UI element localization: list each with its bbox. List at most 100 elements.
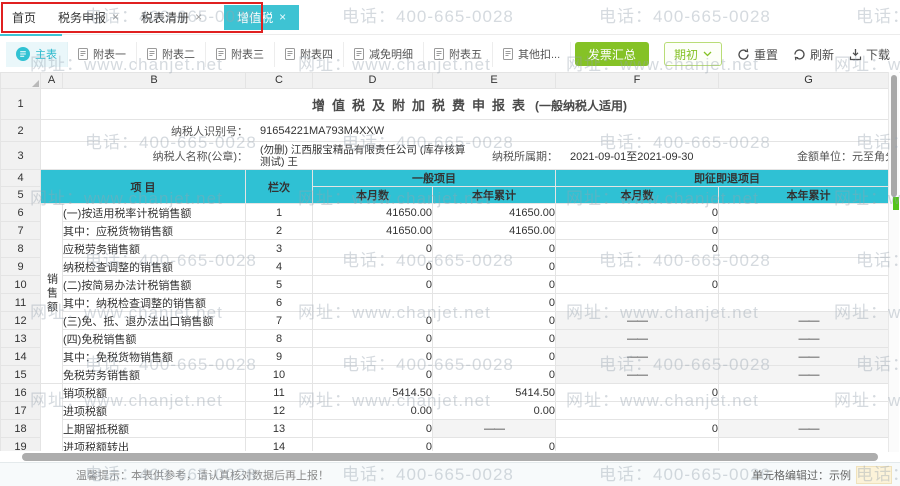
taxpayer-name-row[interactable]: 纳税人名称(公章)：(勿删) 江西服宝精品有限责任公司 (库存核算测试) 王纳税… — [41, 142, 891, 170]
row-label-cell[interactable]: (一)按适用税率计税销售额 — [63, 204, 246, 222]
close-icon[interactable]: × — [195, 11, 202, 23]
column-header-E[interactable]: E — [433, 73, 556, 89]
subtab-附表一[interactable]: 附表一 — [68, 42, 137, 67]
value-cell[interactable]: 0 — [433, 276, 556, 294]
column-no-cell[interactable]: 9 — [246, 348, 313, 366]
value-cell[interactable]: 0 — [433, 330, 556, 348]
value-cell[interactable]: 0 — [313, 366, 433, 384]
row-header-2[interactable]: 2 — [1, 120, 41, 142]
row-header-12[interactable]: 12 — [1, 312, 41, 330]
value-cell[interactable]: 0 — [719, 276, 891, 294]
column-no-cell[interactable]: 11 — [246, 384, 313, 402]
value-cell[interactable]: 0 — [313, 438, 433, 452]
row-label-cell[interactable]: (四)免税销售额 — [63, 330, 246, 348]
value-cell[interactable]: 0 — [313, 330, 433, 348]
value-cell[interactable] — [556, 294, 719, 312]
value-cell[interactable]: 0 — [433, 348, 556, 366]
value-cell[interactable]: 0 — [556, 240, 719, 258]
row-header-15[interactable]: 15 — [1, 366, 41, 384]
value-cell[interactable] — [313, 294, 433, 312]
subtab-附表四[interactable]: 附表四 — [275, 42, 344, 67]
value-cell[interactable]: 0 — [433, 294, 556, 312]
value-cell[interactable]: 0 — [313, 420, 433, 438]
subtab-附表三[interactable]: 附表三 — [206, 42, 275, 67]
value-cell[interactable]: 0 — [719, 258, 891, 276]
column-header-D[interactable]: D — [313, 73, 433, 89]
value-cell[interactable]: 0 — [313, 258, 433, 276]
value-cell[interactable]: —— — [719, 330, 891, 348]
value-cell[interactable]: 0 — [313, 240, 433, 258]
subtab-附表二[interactable]: 附表二 — [137, 42, 206, 67]
value-cell[interactable]: 41650.00 — [313, 222, 433, 240]
value-cell[interactable]: —— — [719, 366, 891, 384]
value-cell[interactable]: —— — [556, 312, 719, 330]
row-header-11[interactable]: 11 — [1, 294, 41, 312]
close-icon[interactable]: × — [279, 11, 286, 23]
window-tab-税表清册[interactable]: 税表清册× — [141, 9, 202, 26]
value-cell[interactable]: —— — [433, 420, 556, 438]
subtab-主表[interactable]: 主表 — [6, 42, 68, 67]
column-no-cell[interactable]: 2 — [246, 222, 313, 240]
invoice-summary-button[interactable]: 发票汇总 — [575, 42, 649, 66]
value-cell[interactable]: 0 — [719, 240, 891, 258]
value-cell[interactable]: —— — [556, 330, 719, 348]
row-header-1[interactable]: 1 — [1, 89, 41, 120]
row-label-cell[interactable]: 纳税检查调整的销售额 — [63, 258, 246, 276]
row-header-16[interactable]: 16 — [1, 384, 41, 402]
reset-button[interactable]: 重置 — [737, 46, 778, 63]
value-cell[interactable]: 41650.00 — [433, 204, 556, 222]
value-cell[interactable]: —— — [719, 420, 891, 438]
column-no-cell[interactable]: 1 — [246, 204, 313, 222]
value-cell[interactable]: 0.00 — [313, 402, 433, 420]
row-header-4[interactable]: 4 — [1, 170, 41, 187]
value-cell[interactable]: 0 — [719, 204, 891, 222]
value-cell[interactable] — [556, 402, 719, 420]
value-cell[interactable]: 0 — [313, 312, 433, 330]
column-header-F[interactable]: F — [556, 73, 719, 89]
value-cell[interactable]: 0 — [719, 438, 891, 452]
value-cell[interactable]: 0 — [556, 276, 719, 294]
period-dropdown[interactable]: 期初 — [664, 42, 722, 66]
value-cell[interactable]: 0 — [556, 420, 719, 438]
row-header-14[interactable]: 14 — [1, 348, 41, 366]
row-label-cell[interactable]: 其中：应税货物销售额 — [63, 222, 246, 240]
column-header-A[interactable]: A — [41, 73, 63, 89]
value-cell[interactable]: 0 — [719, 294, 891, 312]
value-cell[interactable] — [556, 438, 719, 452]
column-no-cell[interactable]: 10 — [246, 366, 313, 384]
value-cell[interactable]: 5414.50 — [313, 384, 433, 402]
value-cell[interactable] — [556, 258, 719, 276]
row-header-8[interactable]: 8 — [1, 240, 41, 258]
value-cell[interactable]: 0 — [433, 240, 556, 258]
horizontal-scrollbar-thumb[interactable] — [22, 453, 878, 461]
column-header-C[interactable]: C — [246, 73, 313, 89]
value-cell[interactable]: 0.00 — [433, 402, 556, 420]
row-label-cell[interactable]: 上期留抵税额 — [63, 420, 246, 438]
value-cell[interactable]: 0 — [433, 258, 556, 276]
value-cell[interactable]: 41650.00 — [433, 222, 556, 240]
subtab-减免明细[interactable]: 减免明细 — [344, 42, 424, 67]
row-header-5[interactable]: 5 — [1, 187, 41, 204]
row-header-3[interactable]: 3 — [1, 142, 41, 170]
row-header-18[interactable]: 18 — [1, 420, 41, 438]
row-header-10[interactable]: 10 — [1, 276, 41, 294]
row-label-cell[interactable]: 进项税额 — [63, 402, 246, 420]
refresh-button[interactable]: 刷新 — [793, 46, 834, 63]
column-no-cell[interactable]: 14 — [246, 438, 313, 452]
horizontal-scrollbar[interactable] — [0, 452, 890, 462]
column-no-cell[interactable]: 6 — [246, 294, 313, 312]
value-cell[interactable]: 0 — [433, 366, 556, 384]
value-cell[interactable]: —— — [556, 348, 719, 366]
value-cell[interactable]: 0 — [433, 438, 556, 452]
row-label-cell[interactable]: 其中：纳税检查调整的销售额 — [63, 294, 246, 312]
column-no-cell[interactable]: 12 — [246, 402, 313, 420]
row-label-cell[interactable]: (二)按简易办法计税销售额 — [63, 276, 246, 294]
column-no-cell[interactable]: 3 — [246, 240, 313, 258]
value-cell[interactable]: 0 — [719, 402, 891, 420]
download-button[interactable]: 下载 — [849, 46, 890, 63]
value-cell[interactable]: 41650.00 — [313, 204, 433, 222]
window-tab-首页[interactable]: 首页 — [12, 9, 36, 26]
column-header-G[interactable]: G — [719, 73, 891, 89]
value-cell[interactable]: 0 — [719, 222, 891, 240]
column-no-cell[interactable]: 4 — [246, 258, 313, 276]
